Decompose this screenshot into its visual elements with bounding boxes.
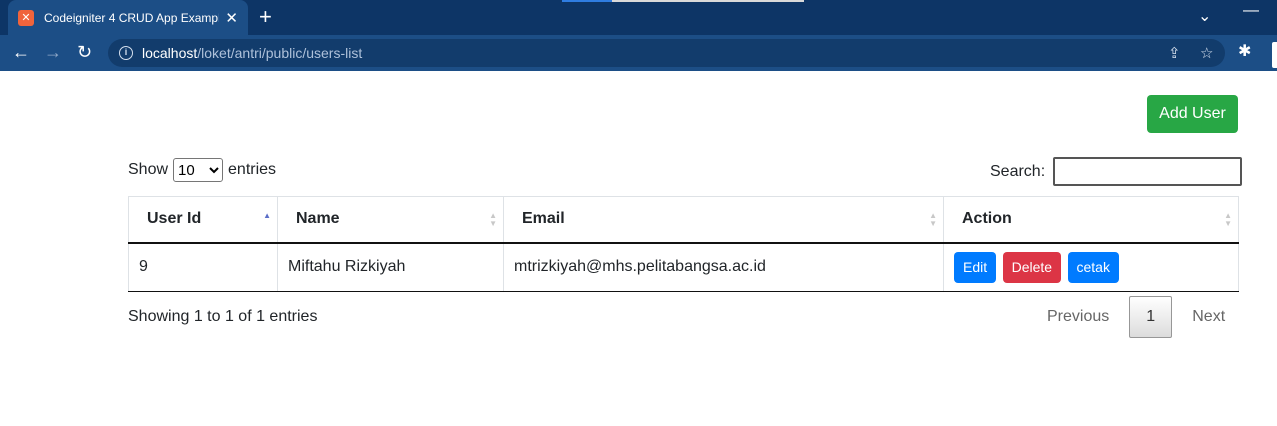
search-input[interactable] <box>1053 157 1243 186</box>
browser-tab[interactable]: ✕ Codeigniter 4 CRUD App Example ✕ <box>8 0 248 35</box>
cell-name: Miftahu Rizkiyah <box>277 242 504 292</box>
share-icon[interactable]: ⇪ <box>1168 44 1181 62</box>
star-icon[interactable]: ☆ <box>1200 44 1213 62</box>
search-control: Search: <box>990 157 1243 186</box>
column-header-email[interactable]: Email ▲ ▼ <box>503 196 944 244</box>
close-icon[interactable]: ✕ <box>225 9 238 27</box>
info-icon[interactable]: i <box>119 46 133 60</box>
show-label: Show <box>128 161 169 178</box>
chevron-down-icon[interactable]: ⌄ <box>1198 6 1211 26</box>
minimize-icon[interactable]: — <box>1243 2 1259 20</box>
column-header-name[interactable]: Name ▲ ▼ <box>277 196 504 244</box>
address-bar[interactable]: i localhost/loket/antri/public/users-lis… <box>108 39 1225 67</box>
header-label: Email <box>522 210 565 228</box>
page-button-current[interactable]: 1 <box>1129 296 1173 338</box>
cell-email: mtrizkiyah@mhs.pelitabangsa.ac.id <box>503 242 944 292</box>
header-label: Action <box>962 210 1012 228</box>
xampp-icon: ✕ <box>18 9 34 26</box>
page-length-control: Show 10 entries <box>128 158 276 182</box>
cell-action: Edit Delete cetak <box>943 242 1239 292</box>
delete-button[interactable]: Delete <box>1002 251 1062 283</box>
sort-icon: ▲▼ <box>929 211 937 228</box>
page-length-select[interactable]: 10 <box>173 158 224 182</box>
print-button[interactable]: cetak <box>1067 251 1119 283</box>
column-header-action[interactable]: Action ▲ ▼ <box>943 196 1239 244</box>
forward-icon[interactable]: → <box>44 41 62 63</box>
loading-indicator <box>562 0 804 2</box>
add-user-button[interactable]: Add User <box>1147 95 1238 133</box>
table-header-row: User Id ▲▼ Name ▲▼ Email ▲▼ Action ▲▼ <box>128 196 1239 244</box>
sort-icon: ▲▼ <box>263 211 271 220</box>
previous-button[interactable]: Previous <box>1035 296 1121 338</box>
cell-user-id: 9 <box>128 242 278 292</box>
browser-toolbar: ← → ↻ i localhost/loket/antri/public/use… <box>0 35 1277 71</box>
table-info: Showing 1 to 1 of 1 entries <box>128 308 318 325</box>
edit-button[interactable]: Edit <box>954 251 997 283</box>
users-table: User Id ▲▼ Name ▲▼ Email ▲▼ Action ▲▼ 9 … <box>128 196 1239 292</box>
extensions-icon[interactable]: ✱ <box>1238 41 1251 61</box>
sort-icon: ▲▼ <box>1224 211 1232 228</box>
search-label: Search: <box>990 162 1046 180</box>
back-icon[interactable]: ← <box>12 41 30 63</box>
column-header-user-id[interactable]: User Id ▲▼ <box>128 196 278 244</box>
header-label: Name <box>296 210 340 228</box>
reload-icon[interactable]: ↻ <box>77 41 92 63</box>
pagination: Previous 1 Next <box>1035 296 1237 338</box>
table-row: 9 Miftahu Rizkiyah mtrizkiyah@mhs.pelita… <box>128 242 1239 292</box>
url-text: localhost/loket/antri/public/users-list <box>142 45 363 61</box>
side-panel-edge <box>1272 42 1277 68</box>
next-button[interactable]: Next <box>1180 296 1237 338</box>
new-tab-icon[interactable]: + <box>259 5 272 29</box>
browser-tabstrip: ✕ Codeigniter 4 CRUD App Example ✕ + ⌄ — <box>0 0 1277 35</box>
tab-title: Codeigniter 4 CRUD App Example <box>44 10 220 25</box>
sort-icon: ▲▼ <box>489 211 497 228</box>
header-label: User Id <box>147 210 202 228</box>
entries-label: entries <box>228 161 277 178</box>
